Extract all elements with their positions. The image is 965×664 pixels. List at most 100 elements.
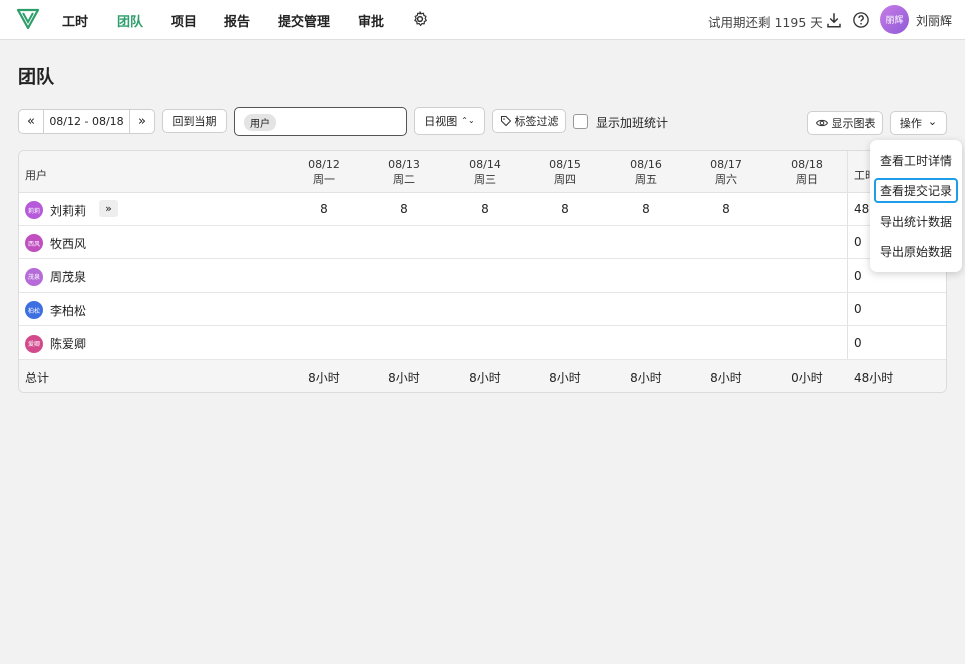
row-total-hours: 48 (854, 202, 870, 216)
select-arrows-icon: ⌃⌄ (461, 116, 475, 125)
user-name: 周茂泉 (50, 270, 87, 285)
show-chart-button[interactable]: 显示图表 (807, 111, 883, 135)
settings-gear-icon[interactable] (411, 10, 429, 28)
table-row[interactable]: 爱卿 陈爱卿 0 (19, 327, 946, 360)
header-day: 08/17 周六 (696, 157, 756, 187)
nav-team[interactable]: 团队 (117, 11, 143, 30)
row-total-hours: 0 (854, 268, 862, 283)
menu-item-export-statistics[interactable]: 导出统计数据 (874, 209, 958, 234)
row-total-hours: 0 (854, 302, 862, 317)
user-cell: 柏松 李柏松 (25, 301, 87, 320)
current-period-button[interactable]: 回到当期 (162, 109, 227, 133)
user-name: 牧西风 (50, 236, 87, 251)
top-nav-bar: 工时 团队 项目 报告 提交管理 审批 试用期还剩 1195 天 丽辉 刘丽辉 (0, 0, 965, 40)
header-day: 08/18 周日 (777, 157, 837, 187)
previous-week-button[interactable]: « (19, 110, 44, 133)
hours-cell: 8 (642, 202, 650, 216)
user-cell: 莉莉 刘莉莉 (25, 201, 86, 219)
overtime-checkbox[interactable] (573, 114, 588, 129)
header-day: 08/14 周三 (455, 157, 515, 187)
table-row[interactable]: 柏松 李柏松 0 (19, 293, 946, 327)
nav-submission-management[interactable]: 提交管理 (278, 11, 330, 30)
expand-row-button[interactable]: » (99, 200, 118, 217)
header-date: 08/17 (710, 158, 742, 171)
date-range-picker: « 08/12 - 08/18 » (18, 109, 155, 134)
header-date: 08/13 (388, 158, 420, 171)
user-cell: 茂泉 周茂泉 (25, 267, 87, 286)
user-avatar-small: 莉莉 (25, 201, 43, 219)
table-footer-total: 总计 8小时 8小时 8小时 8小时 8小时 8小时 0小时 48小时 (19, 360, 946, 392)
table-row[interactable]: 茂泉 周茂泉 0 (19, 260, 946, 293)
table-row[interactable]: 西风 牧西风 0 (19, 226, 946, 260)
table-header: 用户 08/12 周一 08/13 周二 08/14 周三 08/15 周四 08/16… (19, 151, 946, 193)
tag-filter-label: 标签过滤 (514, 115, 559, 128)
user-avatar-small: 茂泉 (25, 267, 43, 286)
actions-dropdown-button[interactable]: 操作 ⌄ (890, 111, 947, 135)
header-date: 08/14 (469, 158, 501, 171)
actions-dropdown-menu: 查看工时详情 查看提交记录 导出统计数据 导出原始数据 (870, 140, 962, 272)
eye-icon (815, 119, 828, 127)
next-week-button[interactable]: » (129, 110, 154, 133)
header-date: 08/15 (549, 158, 581, 171)
header-weekday: 周一 (313, 173, 335, 186)
hours-cell: 8 (320, 202, 328, 216)
header-weekday: 周六 (715, 173, 737, 186)
table-row[interactable]: 莉莉 刘莉莉 » 8 8 8 8 8 8 48 (19, 193, 946, 226)
trial-remaining-text: 试用期还剩 1195 天 (708, 15, 823, 30)
show-chart-label: 显示图表 (831, 117, 876, 130)
footer-grand-total: 48小时 (854, 371, 894, 385)
actions-label: 操作 (899, 117, 922, 130)
view-mode-label: 日视图 (424, 115, 458, 128)
team-timesheet-table: 用户 08/12 周一 08/13 周二 08/14 周三 08/15 周四 08/16… (18, 150, 947, 393)
user-avatar-small: 西风 (25, 234, 43, 253)
menu-item-export-raw-data[interactable]: 导出原始数据 (874, 239, 958, 264)
app-logo-icon[interactable] (16, 7, 40, 31)
header-day: 08/12 周一 (294, 157, 354, 187)
footer-day-total: 8小时 (469, 371, 501, 385)
chevron-down-icon: ⌄ (927, 114, 938, 128)
download-icon[interactable] (825, 11, 843, 29)
header-weekday: 周二 (393, 173, 415, 186)
user-name: 李柏松 (50, 303, 87, 318)
footer-label: 总计 (25, 371, 50, 385)
menu-item-view-submission-records[interactable]: 查看提交记录 (874, 178, 958, 203)
row-total-hours: 0 (854, 235, 862, 250)
header-date: 08/16 (630, 158, 662, 171)
username[interactable]: 刘丽辉 (916, 12, 952, 29)
view-mode-select[interactable]: 日视图 ⌃⌄ (414, 107, 485, 135)
footer-day-total: 8小时 (630, 371, 662, 385)
user-avatar-small: 柏松 (25, 301, 43, 320)
footer-day-total: 8小时 (308, 371, 340, 385)
footer-day-total: 8小时 (710, 371, 742, 385)
tag-filter-button[interactable]: 标签过滤 (492, 109, 566, 133)
user-avatar[interactable]: 丽辉 (880, 5, 909, 34)
header-day: 08/15 周四 (535, 157, 595, 187)
user-cell: 爱卿 陈爱卿 (25, 334, 86, 353)
page-title: 团队 (18, 67, 54, 88)
footer-day-total: 0小时 (791, 371, 823, 385)
header-date: 08/12 (308, 158, 340, 171)
header-weekday: 周日 (796, 173, 818, 186)
nav-approval[interactable]: 审批 (358, 11, 384, 30)
header-weekday: 周四 (554, 173, 576, 186)
filter-chip-user[interactable]: 用户 (244, 114, 276, 131)
footer-day-total: 8小时 (549, 371, 581, 385)
header-day: 08/13 周二 (374, 157, 434, 187)
header-user: 用户 (25, 169, 47, 182)
header-weekday: 周五 (635, 173, 657, 186)
menu-item-view-hours-detail[interactable]: 查看工时详情 (874, 148, 958, 173)
hours-cell: 8 (722, 202, 730, 216)
nav-timesheet[interactable]: 工时 (62, 11, 88, 30)
user-cell: 西风 牧西风 (25, 234, 87, 253)
date-range-label[interactable]: 08/12 - 08/18 (44, 115, 129, 128)
nav-reports[interactable]: 报告 (224, 11, 250, 30)
user-avatar-small: 爱卿 (25, 334, 43, 353)
help-icon[interactable] (852, 11, 870, 29)
header-day: 08/16 周五 (616, 157, 676, 187)
tag-icon (500, 116, 511, 127)
nav-projects[interactable]: 项目 (171, 11, 197, 30)
user-filter-input[interactable]: 用户 (234, 107, 407, 136)
header-weekday: 周三 (474, 173, 496, 186)
hours-cell: 8 (400, 202, 408, 216)
hours-cell: 8 (481, 202, 489, 216)
